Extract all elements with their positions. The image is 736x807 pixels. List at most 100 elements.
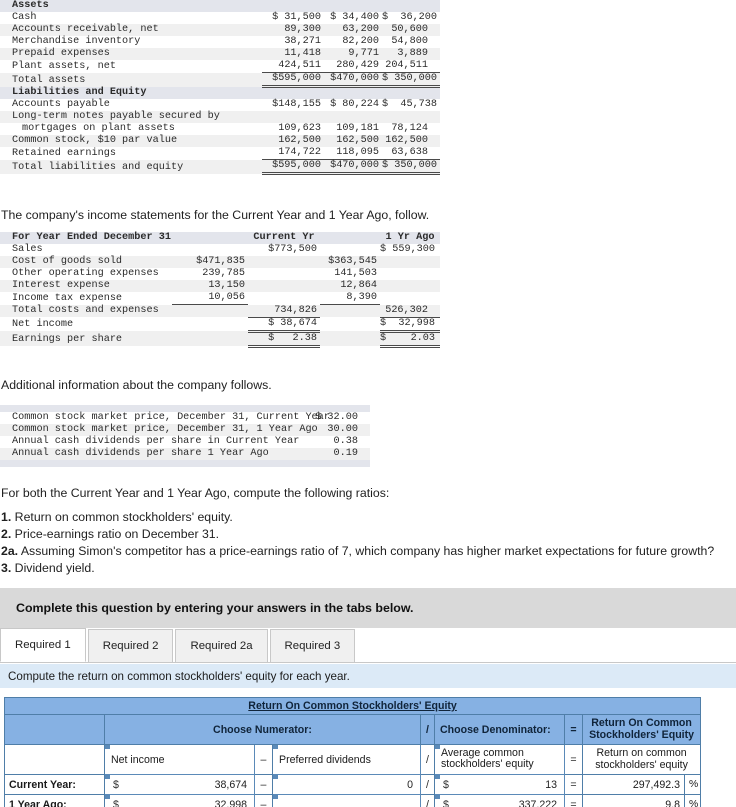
tab-instruction: Compute the return on common stockholder… xyxy=(0,664,736,688)
equals-operator: = xyxy=(564,794,583,807)
table-row: mortgages on plant assets 109,623 109,18… xyxy=(0,123,440,135)
cell-value: 63,638 xyxy=(382,147,440,161)
table-row-total: Earnings per share $ 2.38 $ 2.03 xyxy=(0,331,440,348)
ratio-answer-panel: Return On Common Stockholders' Equity Ch… xyxy=(2,697,702,807)
tab-required-3[interactable]: Required 3 xyxy=(269,629,356,662)
cell-value: 424,511 xyxy=(262,60,324,74)
income-statement-table: For Year Ended December 31 Current Yr 1 … xyxy=(0,232,440,348)
equals-operator: = xyxy=(564,774,583,795)
cell-value xyxy=(172,317,248,331)
cell-value: $595,000 xyxy=(262,72,324,89)
denominator-input-current[interactable]: $ 13 xyxy=(434,774,565,795)
denominator-value: 337,222 xyxy=(518,798,557,807)
row-label: Accounts receivable, net xyxy=(12,24,159,36)
formula-row: Net income – Preferred dividends / Avera… xyxy=(4,744,702,775)
table-header-row: Choose Numerator: / Choose Denominator: … xyxy=(4,714,702,745)
cell-value: 63,200 xyxy=(342,24,379,36)
cell-value: $ 36,200 xyxy=(382,12,438,24)
cell-value: 50,600 xyxy=(391,24,428,36)
cell-value xyxy=(380,268,440,280)
cell-value: 0.38 xyxy=(333,436,358,448)
denominator-value: 13 xyxy=(545,778,557,791)
currency-symbol: $ xyxy=(443,778,449,791)
cell-value: 162,500 xyxy=(278,135,321,147)
slash-operator: / xyxy=(420,744,435,775)
question-number: 1. xyxy=(1,510,12,524)
table-row: Long-term notes payable secured by xyxy=(0,110,440,123)
numerator-header: Choose Numerator: xyxy=(104,714,421,745)
row-label-one-year-ago: 1 Year Ago: xyxy=(4,794,105,807)
return-on-equity-table: Return On Common Stockholders' Equity Ch… xyxy=(3,697,702,807)
row-label: Total assets xyxy=(12,74,86,86)
denominator-select[interactable]: Average common stockholders' equity xyxy=(434,744,565,775)
cell-value: $ 559,300 xyxy=(380,244,436,256)
cell-value: 280,429 xyxy=(324,60,382,74)
cell-value: $ 34,400 xyxy=(330,12,379,24)
cell-value: $471,835 xyxy=(196,256,245,268)
numerator-input-prior[interactable]: $ 32,998 xyxy=(104,794,255,807)
corner-cell xyxy=(4,714,105,745)
cell-value: 38,271 xyxy=(284,36,321,48)
cell-value: 162,500 xyxy=(385,135,428,147)
question-text: Return on common stockholders' equity. xyxy=(11,510,233,524)
subtrahend-select[interactable]: Preferred dividends xyxy=(272,744,421,775)
tab-required-2a[interactable]: Required 2a xyxy=(175,629,268,662)
cell-value: $ 2.03 xyxy=(380,331,440,348)
cell-value: 9,771 xyxy=(348,48,379,60)
income-header-label: For Year Ended December 31 xyxy=(12,232,171,243)
question-item: 2a. Assuming Simon's competitor has a pr… xyxy=(1,543,721,559)
numerator-value: 38,674 xyxy=(214,778,247,791)
tab-label: Required 3 xyxy=(284,640,341,652)
table-row: Retained earnings 174,722 118,095 63,638 xyxy=(0,147,440,161)
row-label: Income tax expense xyxy=(12,292,123,304)
cell-value xyxy=(380,292,440,305)
table-row: Prepaid expenses 11,418 9,771 3,889 xyxy=(0,48,440,61)
exercise-page: Assets Cash $ 31,500 $ 34,400 $ 36,200 A… xyxy=(0,0,736,807)
denominator-input-prior[interactable]: $ 337,222 xyxy=(434,794,565,807)
cell-value xyxy=(262,111,324,123)
table-row: Common stock, $10 par value 162,500 162,… xyxy=(0,135,440,148)
table-row: Cost of goods sold $471,835 $363,545 xyxy=(0,256,440,269)
table-row: Plant assets, net 424,511 280,429 204,51… xyxy=(0,60,440,74)
cell-value: 109,623 xyxy=(278,122,321,134)
question-text: Assuming Simon's competitor has a price-… xyxy=(18,544,715,558)
table-row: Accounts payable $148,155 $ 80,224 $ 45,… xyxy=(0,99,440,111)
subtrahend-input-current[interactable]: 0 xyxy=(272,774,421,795)
numerator-select[interactable]: Net income xyxy=(104,744,255,775)
row-label: Annual cash dividends per share 1 Year A… xyxy=(12,448,269,460)
tab-required-2[interactable]: Required 2 xyxy=(87,629,174,662)
tab-required-1[interactable]: Required 1 xyxy=(0,628,86,662)
question-item: 2. Price-earnings ratio on December 31. xyxy=(1,526,721,542)
row-label: Prepaid expenses xyxy=(12,48,110,60)
cell-value: 118,095 xyxy=(324,147,382,161)
numerator-input-current[interactable]: $ 38,674 xyxy=(104,774,255,795)
table-row: Sales $773,500 $ 559,300 xyxy=(0,244,440,256)
cell-value: 54,800 xyxy=(391,36,428,48)
cell-value: $773,500 xyxy=(268,244,317,256)
cell-value: $ 2.38 xyxy=(248,331,320,348)
row-label: Cash xyxy=(12,12,37,24)
table-row: Interest expense 13,150 12,864 xyxy=(0,280,440,293)
cell-value: $ 32,998 xyxy=(380,317,440,333)
cell-value: 12,864 xyxy=(340,280,377,292)
cell-value: $ 350,000 xyxy=(382,72,440,89)
question-list: 1. Return on common stockholders' equity… xyxy=(1,509,721,576)
table-row: Annual cash dividends per share in Curre… xyxy=(0,436,370,448)
table-row: Current Year: $ 38,674 – 0 / $ 13 = 297,… xyxy=(4,774,702,795)
cell-value xyxy=(320,331,380,346)
percent-symbol: % xyxy=(683,774,702,795)
row-label: Common stock market price, December 31, … xyxy=(12,424,318,436)
additional-info-spacer xyxy=(0,405,370,412)
question-number: 2a. xyxy=(1,544,19,558)
table-row-total: Total liabilities and equity $595,000 $4… xyxy=(0,159,440,176)
row-label: Merchandise inventory xyxy=(12,36,141,48)
column-header-current: Current Yr xyxy=(253,232,315,243)
denominator-header: Choose Denominator: xyxy=(434,714,565,745)
row-label: Cost of goods sold xyxy=(12,256,123,268)
subtrahend-input-prior[interactable] xyxy=(272,794,421,807)
cell-value xyxy=(380,256,440,268)
table-title-row: Return On Common Stockholders' Equity xyxy=(3,697,702,715)
cell-value: $ 31,500 xyxy=(272,12,321,24)
slash-header: / xyxy=(420,714,435,745)
slash-operator: / xyxy=(420,774,435,795)
